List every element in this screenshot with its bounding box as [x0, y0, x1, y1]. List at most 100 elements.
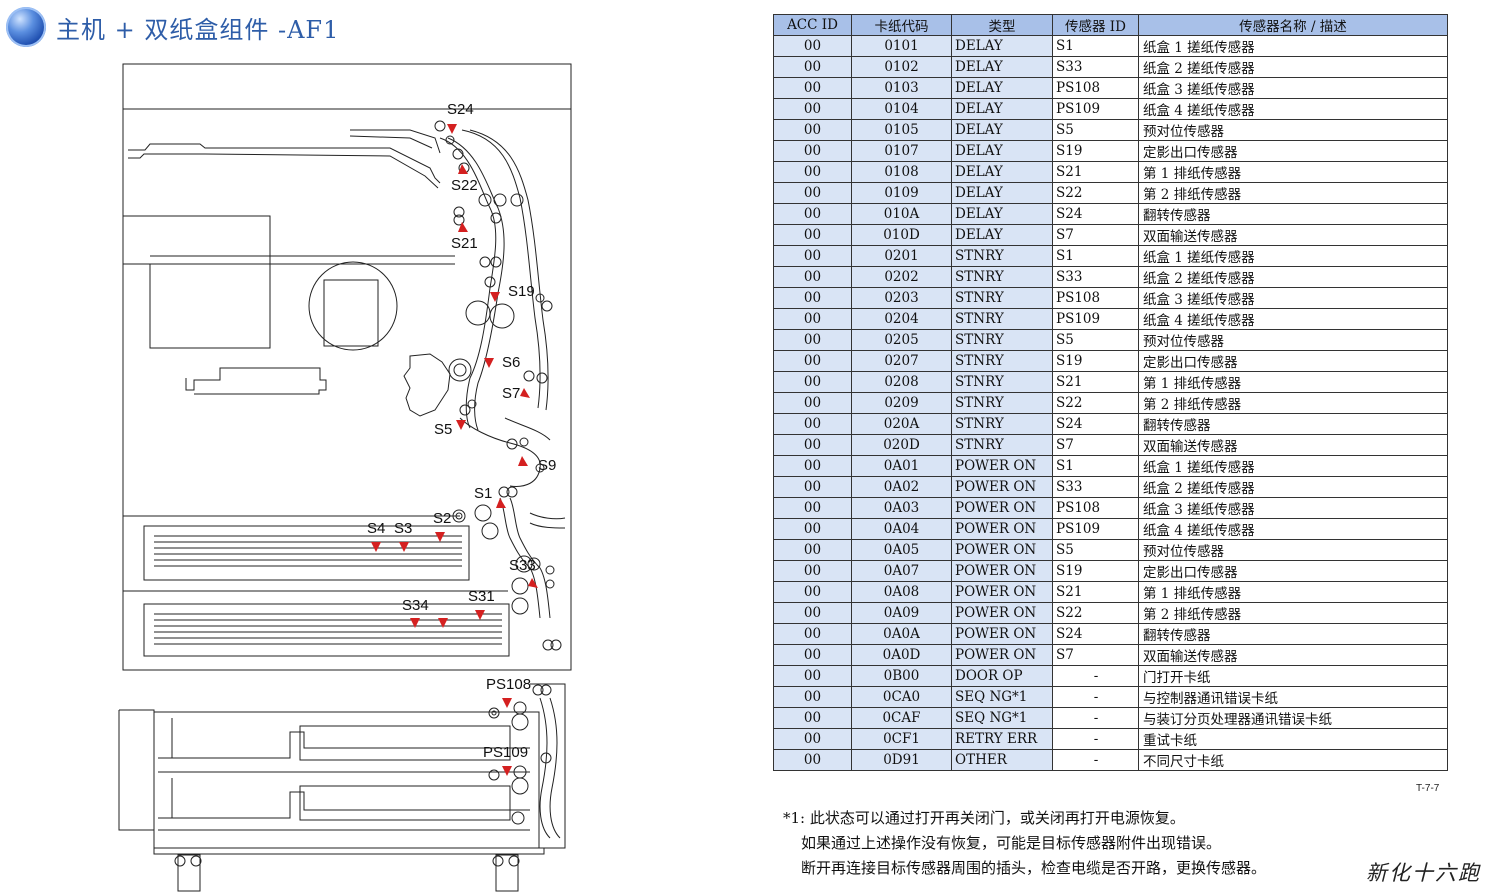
- paper-path-diagram: S24 S22 S21 S19 S6 S7 S5 S9 S1 S2 S4 S3 …: [110, 58, 580, 894]
- cell-type: POWER ON: [951, 476, 1053, 498]
- cell-sensor-id: -: [1052, 707, 1139, 729]
- cell-type: DELAY: [951, 203, 1053, 225]
- cell-sensor-id: S33: [1052, 476, 1139, 498]
- label-s24: S24: [447, 101, 474, 118]
- cell-sensor-desc: 第 1 排纸传感器: [1138, 581, 1448, 603]
- cell-type: POWER ON: [951, 455, 1053, 477]
- cell-sensor-desc: 定影出口传感器: [1138, 350, 1448, 372]
- cell-sensor-id: S19: [1052, 140, 1139, 162]
- table-row: 00 0203 STNRY PS108 纸盒 3 搓纸传感器: [773, 287, 1448, 309]
- col-type: 类型: [951, 14, 1053, 36]
- cell-acc-id: 00: [773, 476, 852, 498]
- cell-type: STNRY: [951, 392, 1053, 414]
- cell-sensor-id: PS108: [1052, 287, 1139, 309]
- cell-sensor-desc: 预对位传感器: [1138, 539, 1448, 561]
- note-line: *1: 此状态可以通过打开再关闭门，或关闭再打开电源恢复。: [783, 809, 1185, 827]
- cell-type: STNRY: [951, 329, 1053, 351]
- cell-type: DELAY: [951, 140, 1053, 162]
- cell-jam-code: 0102: [851, 56, 952, 78]
- cell-acc-id: 00: [773, 371, 852, 393]
- label-ps109: PS109: [483, 744, 528, 761]
- cell-type: DOOR OP: [951, 665, 1053, 687]
- cell-acc-id: 00: [773, 623, 852, 645]
- table-row: 00 0B00 DOOR OP - 门打开卡纸: [773, 665, 1448, 687]
- cell-sensor-id: S33: [1052, 56, 1139, 78]
- cell-jam-code: 0203: [851, 287, 952, 309]
- cell-sensor-desc: 双面输送传感器: [1138, 224, 1448, 246]
- col-jam-code: 卡纸代码: [851, 14, 952, 36]
- cell-jam-code: 0109: [851, 182, 952, 204]
- cell-acc-id: 00: [773, 518, 852, 540]
- cell-jam-code: 0A0D: [851, 644, 952, 666]
- cell-acc-id: 00: [773, 119, 852, 141]
- label-s22: S22: [451, 177, 478, 194]
- cell-type: DELAY: [951, 119, 1053, 141]
- label-s6: S6: [502, 354, 520, 371]
- cell-sensor-desc: 纸盒 2 搓纸传感器: [1138, 56, 1448, 78]
- jam-code-table: ACC ID 卡纸代码 类型 传感器 ID 传感器名称 / 描述 00 0101 D…: [773, 14, 1448, 771]
- cell-sensor-desc: 纸盒 2 搓纸传感器: [1138, 266, 1448, 288]
- cell-type: STNRY: [951, 350, 1053, 372]
- cell-sensor-id: S21: [1052, 371, 1139, 393]
- cell-acc-id: 00: [773, 77, 852, 99]
- cell-sensor-id: PS108: [1052, 497, 1139, 519]
- cell-sensor-desc: 纸盒 3 搓纸传感器: [1138, 77, 1448, 99]
- table-row: 00 0A04 POWER ON PS109 纸盒 4 搓纸传感器: [773, 518, 1448, 540]
- table-row: 00 0104 DELAY PS109 纸盒 4 搓纸传感器: [773, 98, 1448, 120]
- cell-acc-id: 00: [773, 644, 852, 666]
- cell-jam-code: 0CAF: [851, 707, 952, 729]
- cell-jam-code: 0207: [851, 350, 952, 372]
- cell-acc-id: 00: [773, 98, 852, 120]
- cell-acc-id: 00: [773, 602, 852, 624]
- footnotes: *1: 此状态可以通过打开再关闭门，或关闭再打开电源恢复。 如果通过上述操作没有…: [783, 806, 1423, 881]
- cell-type: DELAY: [951, 161, 1053, 183]
- cell-acc-id: 00: [773, 224, 852, 246]
- signature-watermark: 新化十六跑: [1366, 861, 1481, 885]
- table-row: 00 020D STNRY S7 双面输送传感器: [773, 434, 1448, 456]
- table-row: 00 0A03 POWER ON PS108 纸盒 3 搓纸传感器: [773, 497, 1448, 519]
- cell-sensor-id: S1: [1052, 35, 1139, 57]
- cell-sensor-id: S19: [1052, 350, 1139, 372]
- cell-sensor-id: S1: [1052, 455, 1139, 477]
- cell-sensor-desc: 纸盒 3 搓纸传感器: [1138, 287, 1448, 309]
- note-line: 断开再连接目标传感器周围的插头，检查电缆是否开路，更换传感器。: [801, 859, 1267, 877]
- cell-jam-code: 0A01: [851, 455, 952, 477]
- cell-jam-code: 0104: [851, 98, 952, 120]
- cell-jam-code: 0A02: [851, 476, 952, 498]
- cell-type: DELAY: [951, 35, 1053, 57]
- cell-sensor-id: PS109: [1052, 98, 1139, 120]
- cell-sensor-id: S1: [1052, 245, 1139, 267]
- cell-acc-id: 00: [773, 392, 852, 414]
- cell-acc-id: 00: [773, 707, 852, 729]
- cell-acc-id: 00: [773, 455, 852, 477]
- table-header-row: ACC ID 卡纸代码 类型 传感器 ID 传感器名称 / 描述: [773, 14, 1448, 36]
- cell-type: DELAY: [951, 77, 1053, 99]
- cell-acc-id: 00: [773, 161, 852, 183]
- cell-jam-code: 0105: [851, 119, 952, 141]
- cell-sensor-desc: 定影出口传感器: [1138, 140, 1448, 162]
- table-reference: T-7-7: [1416, 783, 1440, 794]
- table-row: 00 0A0D POWER ON S7 双面输送传感器: [773, 644, 1448, 666]
- table-row: 00 010D DELAY S7 双面输送传感器: [773, 224, 1448, 246]
- label-s5: S5: [434, 421, 452, 438]
- cell-acc-id: 00: [773, 413, 852, 435]
- cell-acc-id: 00: [773, 140, 852, 162]
- table-row: 00 0107 DELAY S19 定影出口传感器: [773, 140, 1448, 162]
- cell-sensor-desc: 预对位传感器: [1138, 329, 1448, 351]
- col-sensor-id: 传感器 ID: [1052, 14, 1139, 36]
- cell-type: SEQ NG*1: [951, 686, 1053, 708]
- table-row: 00 0A08 POWER ON S21 第 1 排纸传感器: [773, 581, 1448, 603]
- cell-jam-code: 0A04: [851, 518, 952, 540]
- cell-type: STNRY: [951, 308, 1053, 330]
- cell-jam-code: 0A09: [851, 602, 952, 624]
- table-row: 00 0A07 POWER ON S19 定影出口传感器: [773, 560, 1448, 582]
- cell-jam-code: 020D: [851, 434, 952, 456]
- cell-sensor-id: S21: [1052, 581, 1139, 603]
- cell-type: OTHER: [951, 749, 1053, 771]
- cell-sensor-id: S22: [1052, 392, 1139, 414]
- cell-sensor-id: PS109: [1052, 518, 1139, 540]
- cell-jam-code: 0208: [851, 371, 952, 393]
- cell-sensor-id: S5: [1052, 329, 1139, 351]
- cell-jam-code: 0202: [851, 266, 952, 288]
- cell-sensor-desc: 预对位传感器: [1138, 119, 1448, 141]
